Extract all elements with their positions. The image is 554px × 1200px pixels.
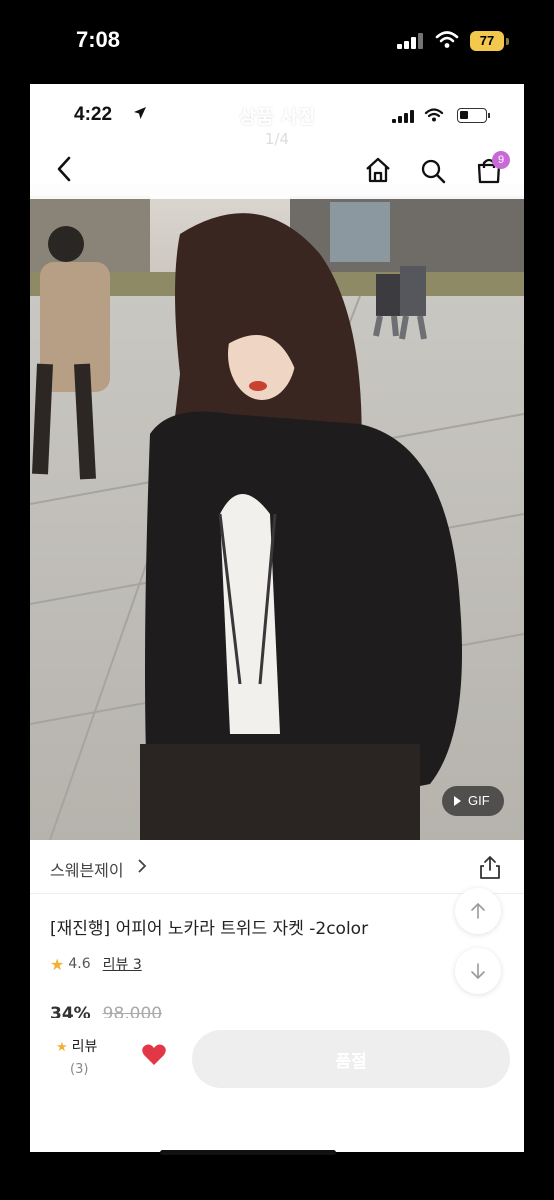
review-summary[interactable]: ★ 리뷰 (56, 1036, 97, 1056)
brand-name[interactable]: 스웨븐제이 (50, 857, 124, 881)
arrow-up-icon (471, 902, 485, 919)
outer-status-bar: 7:08 77 (0, 0, 554, 84)
battery-tip (506, 38, 509, 45)
app-screenshot: GIF 4:22 상품 사진 1/4 9 스웨븐제이 [재진행] 어피어 노카라… (30, 84, 524, 1152)
outer-clock: 7:08 (76, 27, 121, 52)
gif-label: GIF (468, 793, 490, 808)
app-header-overlay: 4:22 상품 사진 1/4 9 (30, 84, 524, 199)
chevron-right-icon (138, 859, 147, 873)
play-icon (454, 796, 461, 806)
soldout-button: 품절 (192, 1030, 510, 1088)
price-row: 34% 98,000 (50, 1004, 162, 1018)
bottom-action-bar: ★ 리뷰 (3) 품절 (30, 1018, 524, 1152)
review-count: (3) (70, 1062, 89, 1077)
cellular-signal-icon (397, 33, 425, 49)
home-indicator[interactable] (160, 1150, 336, 1155)
inner-battery-tip (488, 113, 490, 118)
arrow-down-icon (471, 963, 485, 980)
brand-row[interactable]: 스웨븐제이 (30, 840, 524, 894)
rating-row: ★ 4.6 리뷰 3 (50, 954, 142, 974)
inner-wifi-icon (424, 108, 444, 122)
cart-count-badge: 9 (492, 151, 510, 169)
star-icon: ★ (50, 954, 65, 974)
battery-icon: 77 (470, 31, 504, 51)
back-icon[interactable] (52, 154, 78, 184)
rating-value: 4.6 (68, 956, 91, 972)
product-title: [재진행] 어피어 노카라 트위드 자켓 -2color (50, 919, 369, 939)
inner-signal-icon (392, 110, 414, 123)
wifi-icon (435, 31, 459, 48)
scroll-bottom-button[interactable] (455, 948, 501, 994)
review-label: 리뷰 (71, 1039, 98, 1055)
original-price: 98,000 (102, 1004, 163, 1018)
heart-icon[interactable] (141, 1043, 167, 1067)
viewer-title: 상품 사진 (238, 106, 316, 128)
review-link[interactable]: 리뷰 3 (103, 954, 142, 974)
gif-badge[interactable]: GIF (442, 786, 504, 816)
discount-rate: 34% (50, 1004, 91, 1018)
inner-battery-icon (457, 108, 487, 123)
scroll-top-button[interactable] (455, 888, 501, 934)
share-icon[interactable] (478, 854, 502, 880)
photo-counter: 1/4 (264, 130, 290, 148)
search-icon[interactable] (419, 157, 447, 185)
star-icon: ★ (56, 1040, 68, 1055)
home-icon[interactable] (364, 156, 392, 184)
close-icon[interactable] (497, 105, 523, 131)
